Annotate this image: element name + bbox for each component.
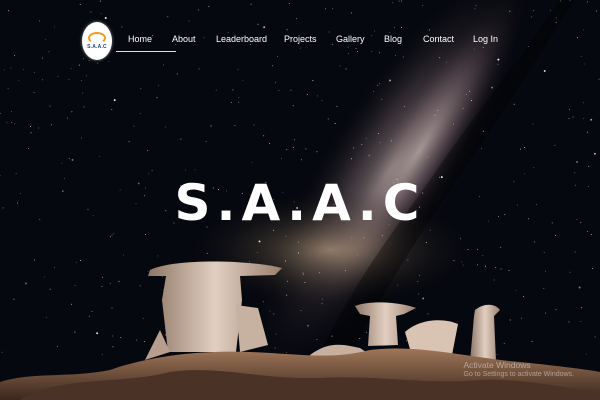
nav-about-link[interactable]: About [172,34,196,44]
watermark-subtitle: Go to Settings to activate Windows. [463,371,575,378]
nav-home-link[interactable]: Home [115,34,177,52]
site-logo[interactable]: S.A.A.C [82,22,112,60]
watermark-title: Activate Windows [463,360,531,370]
hero-title: S.A.A.C [174,174,426,232]
nav-gallery-link[interactable]: Gallery [336,34,365,44]
nav-leaderboard-link[interactable]: Leaderboard [216,34,267,44]
logo-text: S.A.A.C [87,44,107,50]
nav-blog-link[interactable]: Blog [384,34,402,44]
nav-projects-link[interactable]: Projects [284,34,317,44]
orbit-icon [88,32,106,44]
nav-login-link[interactable]: Log In [473,34,498,44]
windows-activation-watermark: Activate Windows Go to Settings to activ… [464,360,575,380]
nav-contact-link[interactable]: Contact [423,34,454,44]
